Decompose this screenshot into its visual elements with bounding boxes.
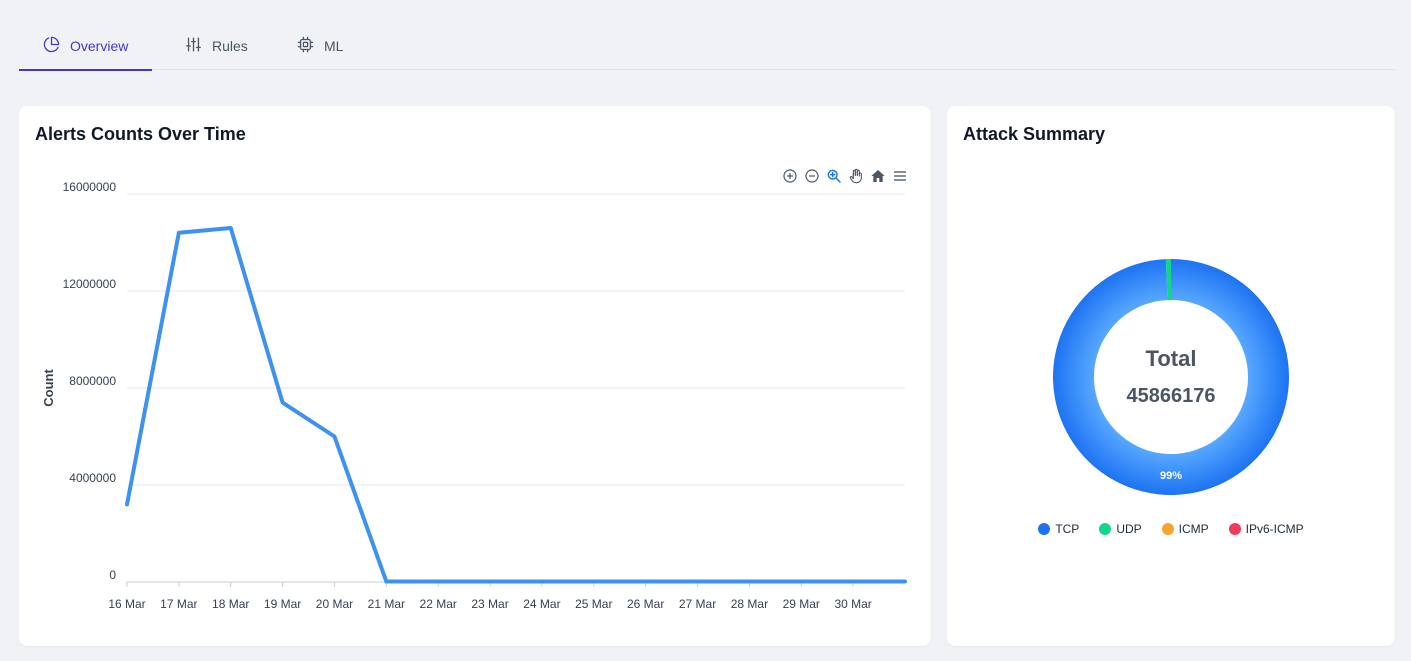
zoom-out-icon[interactable]	[802, 166, 821, 185]
tab-overview[interactable]: Overview	[19, 22, 153, 71]
x-tick-label: 24 Mar	[523, 597, 560, 611]
donut-legend: TCP UDP ICMP IPv6-ICMP	[947, 522, 1395, 536]
x-tick-label: 30 Mar	[834, 597, 871, 611]
cpu-icon	[297, 36, 314, 56]
legend-label-ipv6-icmp: IPv6-ICMP	[1245, 522, 1304, 536]
series-line	[125, 225, 907, 584]
tab-rules[interactable]: Rules	[161, 22, 272, 70]
x-tick-label: 16 Mar	[108, 597, 145, 611]
legend-label-udp: UDP	[1116, 522, 1142, 536]
legend-item-icmp[interactable]: ICMP	[1161, 522, 1209, 536]
tab-rules-label: Rules	[212, 38, 248, 54]
x-tick-label: 23 Mar	[471, 597, 508, 611]
pie-chart-icon	[43, 36, 60, 56]
donut-center-value: 45866176	[1126, 385, 1216, 407]
legend-label-tcp: TCP	[1055, 522, 1080, 536]
x-tick-label: 22 Mar	[420, 597, 457, 611]
selection-zoom-icon[interactable]	[824, 166, 843, 185]
x-tick-label: 28 Mar	[731, 597, 768, 611]
donut-slice-label: 99%	[1160, 470, 1182, 482]
attack-donut-chart[interactable]: 99%	[947, 106, 1395, 506]
x-tick-label: 27 Mar	[679, 597, 716, 611]
legend-dot-udp	[1099, 523, 1112, 535]
x-tick-label: 18 Mar	[212, 597, 249, 611]
alerts-line-chart[interactable]: 0 4000000 8000000 12000000 16000000 16 Mar 17 …	[19, 106, 931, 646]
x-tick-label: 20 Mar	[316, 597, 353, 611]
donut-slice-tcp	[1053, 259, 1290, 495]
x-tick-label: 17 Mar	[160, 597, 197, 611]
legend-item-tcp[interactable]: TCP	[1038, 522, 1079, 536]
pan-hand-icon[interactable]	[846, 166, 865, 185]
legend-item-ipv6-icmp[interactable]: IPv6-ICMP	[1228, 522, 1304, 536]
y-tick-label: 12000000	[63, 277, 117, 291]
y-axis-title: Count	[41, 369, 56, 407]
x-tick-label: 29 Mar	[783, 597, 820, 611]
legend-label-icmp: ICMP	[1178, 522, 1209, 536]
legend-dot-tcp	[1038, 523, 1051, 535]
tab-bar: Overview Rules ML	[19, 22, 1395, 71]
donut-center-label: Total	[1145, 346, 1197, 371]
attack-summary-card: Attack Summary 99% Total 45866176 TCP UD…	[947, 106, 1395, 646]
x-tick-label: 25 Mar	[575, 597, 612, 611]
y-tick-label: 16000000	[63, 180, 117, 194]
legend-item-udp[interactable]: UDP	[1099, 522, 1142, 536]
chart-toolbar	[780, 166, 909, 185]
zoom-in-icon[interactable]	[780, 166, 799, 185]
tab-overview-label: Overview	[70, 38, 129, 54]
legend-dot-icmp	[1161, 523, 1174, 535]
menu-icon[interactable]	[890, 166, 909, 185]
x-tick-label: 19 Mar	[264, 597, 301, 611]
legend-dot-ipv6-icmp	[1228, 523, 1241, 535]
alerts-over-time-card: Alerts Counts Over Time 0 4000000 8000000 1…	[19, 106, 931, 646]
x-tick-label: 21 Mar	[368, 597, 405, 611]
y-tick-label: 0	[109, 568, 116, 582]
reset-home-icon[interactable]	[868, 166, 887, 185]
x-tick-label: 26 Mar	[627, 597, 664, 611]
sliders-icon	[185, 36, 202, 56]
y-tick-label: 4000000	[69, 471, 116, 485]
tab-ml[interactable]: ML	[273, 22, 367, 70]
y-tick-label: 8000000	[69, 374, 116, 388]
tab-ml-label: ML	[324, 38, 344, 54]
